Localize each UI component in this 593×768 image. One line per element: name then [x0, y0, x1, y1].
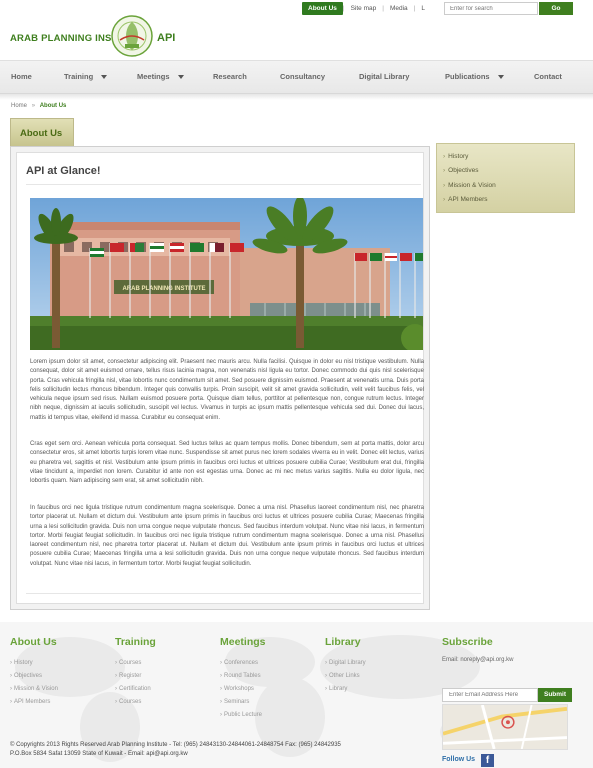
- copyright-address: P.O.Box 5834 Safat 13059 State of Kuwait…: [10, 751, 188, 757]
- breadcrumb-separator: »: [31, 103, 36, 109]
- nav-publications[interactable]: Publications: [445, 72, 504, 81]
- submenu-label: API Members: [448, 196, 488, 203]
- chevron-down-icon: [101, 75, 108, 80]
- footer-link[interactable]: › Other Links: [325, 670, 366, 683]
- submenu-item-history[interactable]: › History: [443, 153, 468, 160]
- logo-abbreviation: API: [157, 32, 176, 44]
- nav-label: Training: [64, 72, 94, 81]
- submenu-item-mission-vision[interactable]: › Mission & Vision: [443, 182, 496, 189]
- title-divider: [26, 184, 421, 185]
- breadcrumb: Home » About Us: [11, 103, 66, 109]
- body-paragraph-1: Lorem ipsum dolor sit amet, consectetur …: [30, 359, 424, 421]
- copyright-line: © Copyrights 2013 Rights Reserved Arab P…: [10, 742, 341, 748]
- footer-link[interactable]: › Workshops: [220, 683, 266, 696]
- copyright-text: © Copyrights 2013 Rights Reserved Arab P…: [10, 741, 430, 759]
- nav-label: Meetings: [137, 72, 170, 81]
- top-link-about[interactable]: About Us: [302, 1, 343, 15]
- about-submenu: › History › Objectives › Mission & Vision ›…: [436, 143, 575, 213]
- nav-meetings[interactable]: Meetings: [137, 72, 184, 81]
- content-panel: API at Glance! ARAB PLANNING INSTITUTE L…: [10, 146, 430, 610]
- body-paragraph-2: Cras eget sem orci. Aenean vehicula port…: [30, 441, 424, 485]
- footer-link[interactable]: › Public Lecture: [220, 709, 266, 722]
- footer-link[interactable]: › Round Tables: [220, 670, 266, 683]
- footer-heading: About Us: [10, 636, 57, 648]
- footer-link[interactable]: › Register: [115, 670, 156, 683]
- institute-building-photo: ARAB PLANNING INSTITUTE: [30, 198, 423, 350]
- footer-heading: Meetings: [220, 636, 266, 648]
- footer-col-library: Library › Digital Library › Other Links › L…: [325, 636, 366, 696]
- footer-link[interactable]: › Objectives: [10, 670, 58, 683]
- content-bottom-divider: [26, 593, 421, 594]
- footer-heading: Subscribe: [442, 636, 493, 648]
- submenu-item-api-members[interactable]: › API Members: [443, 196, 488, 203]
- nav-shadow: [0, 94, 593, 100]
- location-map[interactable]: [442, 704, 568, 750]
- breadcrumb-current: About Us: [39, 103, 67, 109]
- nav-label: Contact: [534, 72, 562, 81]
- nav-label: Home: [11, 72, 32, 81]
- nav-label: Publications: [445, 72, 490, 81]
- footer-heading: Training: [115, 636, 156, 648]
- search-input[interactable]: [444, 2, 538, 15]
- footer-link[interactable]: › API Members: [10, 696, 58, 709]
- footer-col-training: Training › Courses › Register › Certificati…: [115, 636, 156, 709]
- footer-link[interactable]: › Courses: [115, 696, 156, 709]
- institute-emblem-icon: [111, 15, 153, 57]
- nav-label: Consultancy: [280, 72, 326, 81]
- nav-training[interactable]: Training: [64, 72, 108, 81]
- top-link-media[interactable]: Media: [384, 5, 414, 12]
- breadcrumb-home[interactable]: Home: [11, 103, 27, 109]
- site-logo[interactable]: ARAB PLANNING INSTITUTE API: [10, 14, 190, 60]
- top-link-language[interactable]: L: [415, 5, 431, 12]
- top-link-sitemap[interactable]: Site map: [345, 5, 383, 12]
- nav-label: Research: [213, 72, 247, 81]
- subscribe-email-input[interactable]: [442, 688, 538, 702]
- footer-col-subscribe: Subscribe Email: noreply@api.org.kw Subm…: [442, 636, 582, 768]
- nav-contact[interactable]: Contact: [534, 72, 562, 81]
- chevron-down-icon: [497, 75, 504, 80]
- page-title: API at Glance!: [26, 165, 101, 177]
- footer-link[interactable]: › Digital Library: [325, 657, 366, 670]
- footer-link[interactable]: › Conferences: [220, 657, 266, 670]
- tab-about-us[interactable]: About Us: [10, 118, 74, 146]
- submenu-item-objectives[interactable]: › Objectives: [443, 167, 479, 174]
- contact-email: Email: noreply@api.org.kw: [442, 657, 514, 663]
- footer-col-meetings: Meetings › Conferences › Round Tables › Wor…: [220, 636, 266, 722]
- nav-research[interactable]: Research: [213, 72, 247, 81]
- footer-link[interactable]: › History: [10, 657, 58, 670]
- footer-link[interactable]: › Certification: [115, 683, 156, 696]
- footer-link[interactable]: › Mission & Vision: [10, 683, 58, 696]
- top-links: About Us | Site map | Media | L: [302, 1, 431, 15]
- nav-consultancy[interactable]: Consultancy: [280, 72, 325, 81]
- submenu-label: History: [448, 153, 469, 160]
- body-paragraph-3: In faucibus orci nec ligula tristique ru…: [30, 505, 424, 567]
- footer-heading: Library: [325, 636, 361, 648]
- content-card: API at Glance! ARAB PLANNING INSTITUTE L…: [16, 152, 424, 604]
- nav-digital-library[interactable]: Digital Library: [359, 72, 409, 81]
- nav-home[interactable]: Home: [11, 72, 32, 81]
- submenu-label: Mission & Vision: [448, 182, 496, 189]
- main-navigation: Home Training Meetings Research Consulta…: [0, 60, 593, 94]
- nav-label: Digital Library: [359, 72, 410, 81]
- footer-link[interactable]: › Library: [325, 683, 366, 696]
- facebook-icon[interactable]: f: [481, 754, 494, 767]
- chevron-down-icon: [177, 75, 184, 80]
- footer-link[interactable]: › Courses: [115, 657, 156, 670]
- subscribe-submit-button[interactable]: Submit: [538, 688, 572, 702]
- footer-link[interactable]: › Seminars: [220, 696, 266, 709]
- submenu-label: Objectives: [448, 167, 479, 174]
- building-sign-text: ARAB PLANNING INSTITUTE: [123, 286, 206, 292]
- footer-col-about: About Us › History › Objectives › Mission &…: [10, 636, 58, 709]
- search-go-button[interactable]: Go: [539, 2, 573, 15]
- follow-us-label: Follow Us: [442, 756, 476, 763]
